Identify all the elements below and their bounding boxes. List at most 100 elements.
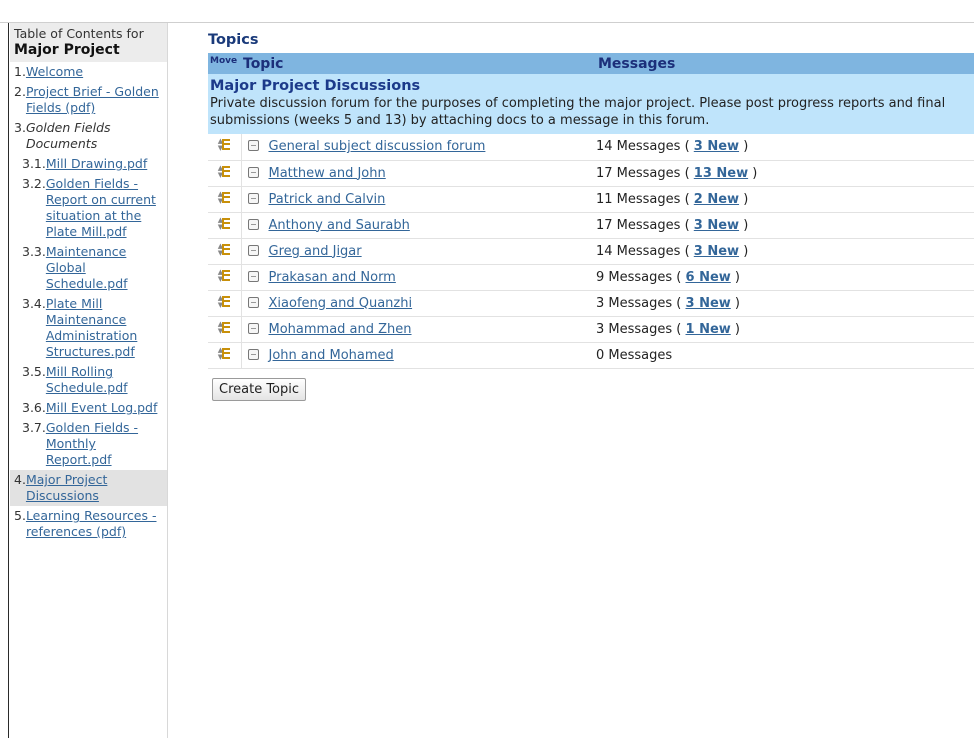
topic-link[interactable]: General subject discussion forum [269, 139, 486, 154]
move-cell: ▲ ▼ [208, 212, 242, 239]
toc-item-number: 3.5. [22, 364, 46, 379]
topic-link[interactable]: Prakasan and Norm [269, 270, 396, 285]
messages-cell: 14 Messages ( 3 New ) [596, 238, 974, 265]
toc-item-link[interactable]: Project Brief - Golden Fields (pdf) [26, 84, 163, 116]
move-column-header: Move [208, 53, 241, 74]
move-handle-icon[interactable]: ▲ ▼ [218, 138, 231, 152]
move-handle-icon[interactable]: ▲ ▼ [218, 268, 231, 282]
toc-item-label: Golden Fields Documents [25, 120, 111, 151]
messages-cell: 17 Messages ( 3 New ) [596, 212, 974, 239]
move-bar-icon [222, 243, 230, 246]
new-messages-link[interactable]: 2 New [694, 192, 739, 207]
topic-link[interactable]: Matthew and John [269, 166, 386, 181]
toc-item-link[interactable]: Golden Fields - Monthly Report.pdf [46, 420, 163, 468]
new-messages-link[interactable]: 3 New [694, 244, 739, 259]
messages-column-header: Messages [596, 53, 974, 74]
move-bar-icon [222, 299, 230, 302]
move-bar-icon [222, 165, 230, 168]
move-handle-icon[interactable]: ▲ ▼ [218, 242, 231, 256]
move-bar-icon [222, 139, 230, 142]
move-cell: ▲ ▼ [208, 238, 242, 265]
topic-link[interactable]: John and Mohamed [269, 348, 394, 363]
move-cell: ▲ ▼ [208, 160, 242, 187]
topic-link[interactable]: Mohammad and Zhen [269, 322, 412, 337]
new-messages-link[interactable]: 3 New [686, 296, 731, 311]
message-count: 17 Messages [596, 165, 681, 181]
toc-item-link[interactable]: Maintenance Global Schedule.pdf [46, 244, 163, 292]
toc-item-number: 3.6. [22, 400, 46, 415]
toc-item-number: 3.4. [22, 296, 46, 311]
toc-item[interactable]: 2. Project Brief - Golden Fields (pdf) [10, 82, 167, 118]
toc-item[interactable]: 5. Learning Resources - references (pdf) [10, 506, 167, 542]
toc-item[interactable]: 3.1. Mill Drawing.pdf [10, 154, 167, 174]
toc-title: Table of Contents for [14, 26, 144, 41]
move-bar-icon [222, 217, 230, 220]
topics-table: Move Topic Messages Major Project Discus… [208, 53, 974, 369]
topic-link[interactable]: Anthony and Saurabh [269, 218, 410, 233]
messages-cell: 9 Messages ( 6 New ) [596, 264, 974, 291]
table-row: ▲ ▼ Greg and Jigar 14 Messages ( 3 New ) [208, 238, 974, 265]
move-handle-icon[interactable]: ▲ ▼ [218, 216, 231, 230]
new-close-paren: ) [730, 269, 740, 285]
topic-icon [247, 218, 259, 230]
move-cell: ▲ ▼ [208, 186, 242, 213]
messages-cell: 3 Messages ( 1 New ) [596, 316, 974, 343]
new-messages-link[interactable]: 13 New [694, 166, 748, 181]
toc-item: 3. Golden Fields Documents [10, 118, 167, 154]
toc-item[interactable]: 3.3. Maintenance Global Schedule.pdf [10, 242, 167, 294]
toc-item[interactable]: 3.7. Golden Fields - Monthly Report.pdf [10, 418, 167, 470]
toc-item[interactable]: 4. Major Project Discussions [10, 470, 167, 506]
topic-link[interactable]: Patrick and Calvin [269, 192, 386, 207]
toc-item-link[interactable]: Learning Resources - references (pdf) [26, 508, 163, 540]
move-bar-icon [222, 252, 230, 255]
messages-cell: 3 Messages ( 3 New ) [596, 290, 974, 317]
move-handle-icon[interactable]: ▲ ▼ [218, 346, 231, 360]
new-messages-link[interactable]: 3 New [694, 218, 739, 233]
new-close-paren: ) [730, 321, 740, 337]
toc-item[interactable]: 1. Welcome [10, 62, 167, 82]
new-close-paren: ) [739, 191, 749, 207]
toc-item-number: 3. [14, 120, 26, 135]
page-title: Topics [208, 32, 259, 48]
toc-item-link[interactable]: Mill Event Log.pdf [46, 400, 158, 416]
move-bar-icon [222, 321, 230, 324]
toc-item[interactable]: 3.6. Mill Event Log.pdf [10, 398, 167, 418]
toc-item-link[interactable]: Mill Drawing.pdf [46, 156, 147, 172]
topic-cell: Anthony and Saurabh [241, 212, 596, 239]
topic-link[interactable]: Greg and Jigar [269, 244, 362, 259]
move-bar-icon [222, 247, 230, 250]
toc-item-link[interactable]: Mill Rolling Schedule.pdf [46, 364, 163, 396]
create-topic-button[interactable]: Create Topic [212, 377, 307, 401]
topic-link[interactable]: Xiaofeng and Quanzhi [269, 296, 413, 311]
new-open-paren: ( [680, 243, 694, 259]
table-row: ▲ ▼ Matthew and John 17 Messages ( 13 New ) [208, 160, 974, 187]
toc-item-link[interactable]: Plate Mill Maintenance Administration St… [46, 296, 163, 360]
move-handle-icon[interactable]: ▲ ▼ [218, 320, 231, 334]
toc-item-link[interactable]: Welcome [26, 64, 83, 80]
move-bar-icon [222, 273, 230, 276]
move-handle-icon[interactable]: ▲ ▼ [218, 164, 231, 178]
toc-header: Table of Contents for Major Project [10, 23, 167, 62]
message-count: 0 Messages [596, 347, 673, 363]
toc-item[interactable]: 3.2. Golden Fields - Report on current si… [10, 174, 167, 242]
move-handle-icon[interactable]: ▲ ▼ [218, 294, 231, 308]
table-row: ▲ ▼ John and Mohamed 0 Messages [208, 342, 974, 369]
main-content: Topics Move Topic Messages Major Project… [208, 32, 974, 401]
message-count: 3 Messages [596, 295, 673, 311]
new-messages-link[interactable]: 1 New [686, 322, 731, 337]
toc-project-name: Major Project [14, 42, 120, 58]
new-open-paren: ( [680, 165, 694, 181]
table-row: ▲ ▼ Patrick and Calvin 11 Messages ( 2 New … [208, 186, 974, 213]
toc-item-link[interactable]: Major Project Discussions [26, 472, 163, 504]
topic-cell: Matthew and John [241, 160, 596, 187]
new-messages-link[interactable]: 3 New [694, 139, 739, 154]
move-bar-icon [222, 347, 230, 350]
new-messages-link[interactable]: 6 New [686, 270, 731, 285]
message-count: 17 Messages [596, 217, 681, 233]
move-bar-icon [222, 148, 230, 151]
toc-item[interactable]: 3.4. Plate Mill Maintenance Administratio… [10, 294, 167, 362]
move-cell: ▲ ▼ [208, 342, 242, 369]
toc-item-link[interactable]: Golden Fields - Report on current situat… [46, 176, 163, 240]
move-handle-icon[interactable]: ▲ ▼ [218, 190, 231, 204]
toc-item[interactable]: 3.5. Mill Rolling Schedule.pdf [10, 362, 167, 398]
